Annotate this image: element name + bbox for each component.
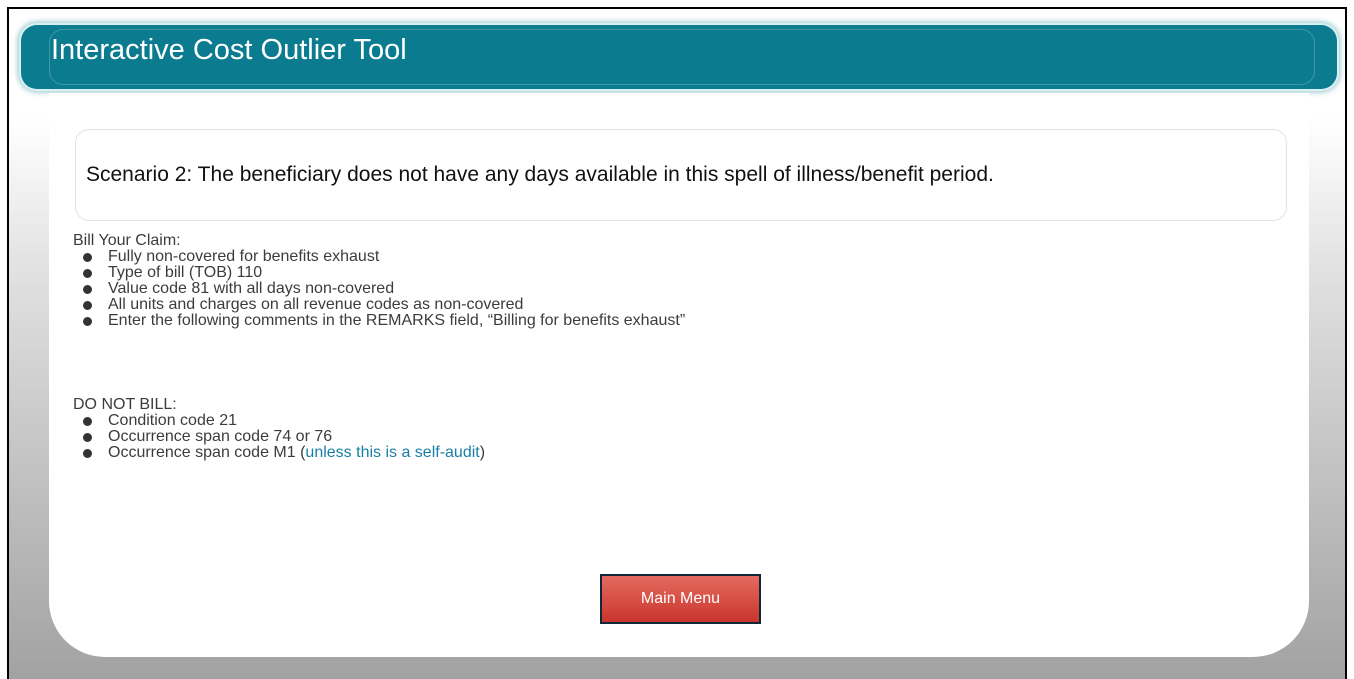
list-item-text: Type of bill (TOB) 110 — [108, 264, 263, 281]
title-bar: Interactive Cost Outlier Tool — [21, 25, 1337, 89]
bullet-icon — [83, 449, 92, 458]
list-item-text: Value code 81 with all days non-covered — [108, 280, 395, 297]
content-card: Scenario 2: The beneficiary does not hav… — [49, 93, 1309, 657]
list-item-text: Occurrence span code 74 or 76 — [108, 428, 333, 445]
bill-claim-list: Fully non-covered for benefits exhaust T… — [73, 249, 685, 329]
bill-claim-section: Bill Your Claim: Fully non-covered for b… — [73, 233, 685, 329]
self-audit-link[interactable]: unless this is a self-audit — [305, 444, 479, 461]
scenario-text: Scenario 2: The beneficiary does not hav… — [86, 163, 994, 186]
do-not-bill-heading: DO NOT BILL: — [73, 396, 177, 413]
list-item-text: All units and charges on all revenue cod… — [108, 296, 524, 313]
page-title: Interactive Cost Outlier Tool — [51, 34, 407, 66]
list-item: Occurrence span code M1 (unless this is … — [73, 445, 485, 461]
app-frame: Interactive Cost Outlier Tool Scenario 2… — [7, 7, 1347, 679]
list-item: All units and charges on all revenue cod… — [73, 297, 685, 313]
list-item-text: Condition code 21 — [108, 412, 237, 429]
bullet-icon — [83, 317, 92, 326]
main-menu-button[interactable]: Main Menu — [600, 574, 761, 624]
do-not-bill-list: Condition code 21 Occurrence span code 7… — [73, 413, 485, 461]
list-item-text: Fully non-covered for benefits exhaust — [108, 248, 380, 265]
do-not-bill-section: DO NOT BILL: Condition code 21 Occurrenc… — [73, 397, 485, 461]
bullet-icon — [83, 417, 92, 426]
list-item: Type of bill (TOB) 110 — [73, 265, 685, 281]
bullet-icon — [83, 285, 92, 294]
bullet-icon — [83, 301, 92, 310]
bullet-icon — [83, 269, 92, 278]
scenario-box: Scenario 2: The beneficiary does not hav… — [75, 129, 1287, 221]
list-item-text-prefix: Occurrence span code M1 ( — [108, 444, 306, 461]
list-item-text: Enter the following comments in the REMA… — [108, 312, 686, 329]
list-item: Occurrence span code 74 or 76 — [73, 429, 485, 445]
list-item: Enter the following comments in the REMA… — [73, 313, 685, 329]
list-item: Value code 81 with all days non-covered — [73, 281, 685, 297]
bullet-icon — [83, 253, 92, 262]
bullet-icon — [83, 433, 92, 442]
list-item-text-suffix: ) — [479, 444, 486, 461]
list-item: Condition code 21 — [73, 413, 485, 429]
list-item: Fully non-covered for benefits exhaust — [73, 249, 685, 265]
bill-claim-heading: Bill Your Claim: — [73, 232, 181, 249]
